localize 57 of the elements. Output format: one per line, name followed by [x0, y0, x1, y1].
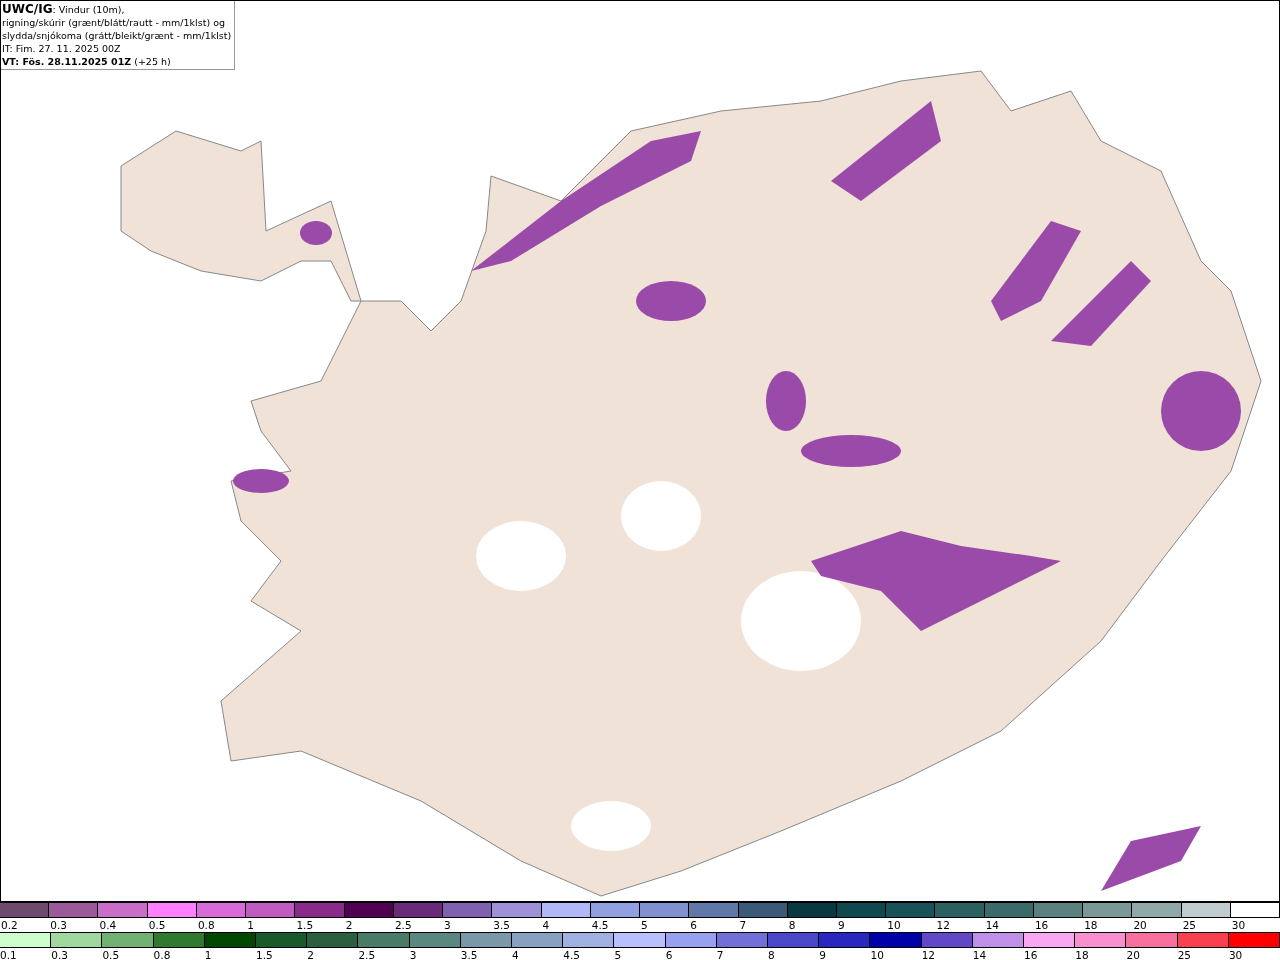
legend-label: 16	[1024, 949, 1038, 960]
legend-label: 0.8	[153, 949, 171, 960]
legend-label: 5	[641, 919, 648, 931]
legend-label: 0.1	[0, 949, 17, 960]
legend-label: 8	[788, 919, 796, 931]
legend-label: 0.8	[197, 919, 215, 931]
issue-time: IT: Fim. 27. 11. 2025 00Z	[2, 42, 122, 55]
legend-label: 7	[716, 949, 724, 960]
legend-label: 4	[512, 949, 519, 960]
legend-label: 2	[307, 949, 314, 960]
legend-label: 9	[819, 949, 826, 960]
legend-label: 1	[204, 949, 212, 960]
legend-label: 4.5	[563, 949, 580, 960]
legend-label: 0.5	[102, 949, 120, 960]
legend-label: 10	[870, 949, 884, 960]
legend-label: 1.5	[256, 949, 273, 960]
legend-label: 0.3	[50, 919, 67, 931]
legend-label: 0.4	[99, 919, 117, 931]
legend-label: 10	[887, 919, 901, 931]
legend-label: 2.5	[394, 919, 412, 931]
legend-label: 3	[444, 919, 451, 931]
legend-label: 7	[739, 919, 747, 931]
legend-label: 9	[838, 919, 845, 931]
legend-label: 3	[409, 949, 417, 960]
legend-label: 12	[936, 919, 950, 931]
map-description: : Vindur (10m),	[52, 3, 125, 16]
legend-label: 14	[985, 919, 1000, 931]
map-description: rigning/skúrir (grænt/blátt/rautt - mm/1klst) og	[2, 16, 226, 29]
legend-label: 25	[1182, 919, 1196, 931]
legend-label: 12	[921, 949, 936, 960]
legend-label: 6	[665, 949, 673, 960]
legend-label: 30	[1231, 919, 1246, 931]
legend-label: 20	[1133, 919, 1147, 931]
legend-label: 20	[1126, 949, 1140, 960]
legend-label: 18	[1075, 949, 1089, 960]
legend-label: 0.5	[148, 919, 166, 931]
legend-label: 1.5	[296, 919, 314, 931]
lead-time: (+25 h)	[134, 55, 171, 68]
legend-label: 6	[690, 919, 697, 931]
legend-label: 4.5	[591, 919, 609, 931]
legend-label: 14	[972, 949, 987, 960]
legend-label: 3.5	[493, 919, 511, 931]
valid-time: VT: Fös. 28.11.2025 01Z	[2, 55, 132, 68]
legend-label: 8	[768, 949, 775, 960]
legend-label: 4	[542, 919, 550, 931]
legend-label: 30	[1228, 949, 1243, 960]
legend-label: 2	[345, 919, 353, 931]
map-description: slydda/snjókoma (grátt/bleikt/grænt - mm/1klst)	[2, 29, 232, 42]
legend-label: 25	[1177, 949, 1192, 960]
legend-label: 0.2	[1, 919, 18, 931]
legend-label: 16	[1034, 919, 1049, 931]
legend-label: 0.3	[51, 949, 68, 960]
legend-label: 5	[614, 949, 622, 960]
legend-label: 1	[247, 919, 254, 931]
legend-label: 3.5	[460, 949, 478, 960]
legend-label: 18	[1084, 919, 1098, 931]
legend-label: 2.5	[358, 949, 376, 960]
